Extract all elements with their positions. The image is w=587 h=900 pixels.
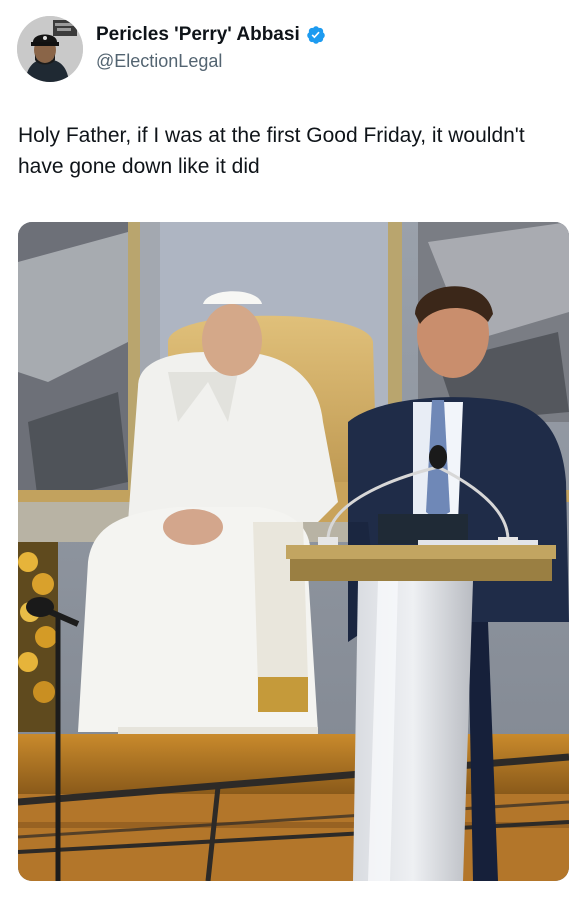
- author-avatar[interactable]: [17, 16, 83, 82]
- author-display-name[interactable]: Pericles 'Perry' Abbasi: [96, 24, 300, 46]
- author-handle[interactable]: @ElectionLegal: [96, 51, 222, 72]
- tweet-text: Holy Father, if I was at the first Good …: [18, 124, 525, 178]
- verified-badge-icon: [306, 25, 326, 45]
- photo-pope-seated-speaker-at-podium-icon: [18, 222, 569, 881]
- tweet-photo[interactable]: [18, 222, 569, 881]
- author-name-row[interactable]: Pericles 'Perry' Abbasi: [96, 24, 326, 46]
- avatar-photo-icon: [17, 16, 83, 82]
- tweet-card: Pericles 'Perry' Abbasi @ElectionLegal H…: [0, 0, 587, 900]
